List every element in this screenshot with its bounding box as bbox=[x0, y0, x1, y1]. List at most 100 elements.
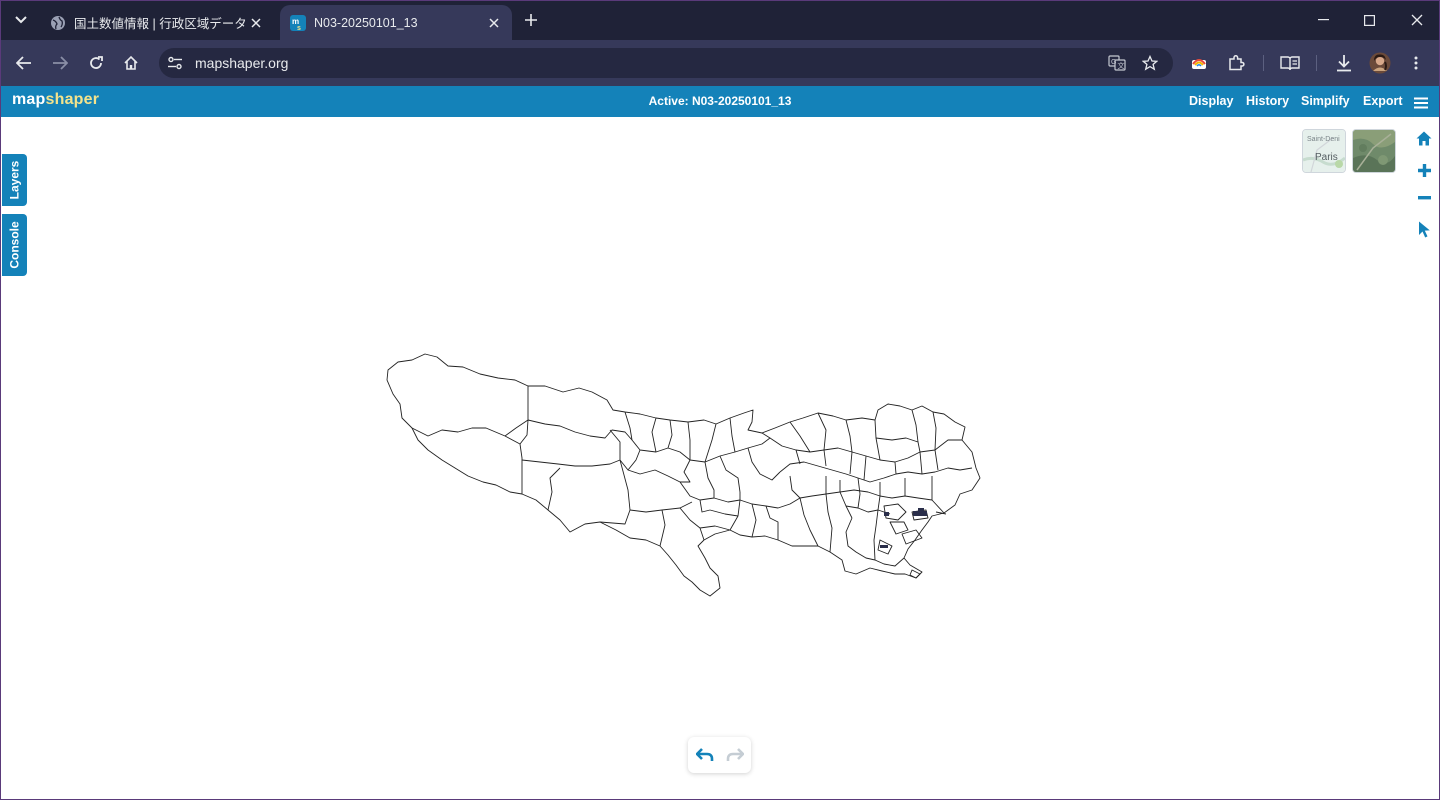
download-icon[interactable] bbox=[1331, 50, 1357, 76]
profile-avatar-icon[interactable] bbox=[1367, 50, 1393, 76]
hamburger-menu-icon[interactable] bbox=[1414, 96, 1428, 109]
mapshaper-favicon-icon: ms bbox=[290, 14, 306, 32]
boundary-line bbox=[547, 467, 561, 511]
boundary-line bbox=[765, 505, 779, 540]
boundary-line bbox=[704, 423, 717, 463]
boundary-line bbox=[729, 417, 736, 453]
close-tab-icon[interactable] bbox=[246, 13, 266, 33]
boundary-line bbox=[919, 451, 923, 475]
zoom-in-plus-icon[interactable] bbox=[1413, 159, 1435, 181]
map-outline bbox=[386, 353, 981, 597]
browser-tab-kokudo[interactable]: 国土数値情報 | 行政区域データ bbox=[40, 5, 274, 40]
minimize-window-icon[interactable] bbox=[1300, 6, 1346, 34]
translate-icon[interactable]: G文 bbox=[1108, 54, 1126, 72]
boundary-line bbox=[779, 461, 973, 483]
close-tab-icon[interactable] bbox=[484, 13, 504, 33]
boundary-line bbox=[849, 451, 853, 475]
toolbar-divider bbox=[1263, 55, 1264, 71]
export-menu-button[interactable]: Export bbox=[1363, 94, 1403, 108]
boundary-line bbox=[875, 437, 921, 453]
boundary-line bbox=[817, 412, 827, 451]
boundary-line bbox=[894, 461, 897, 475]
extensions-puzzle-icon[interactable] bbox=[1223, 50, 1249, 76]
harbor-block bbox=[884, 512, 889, 516]
new-tab-plus-icon[interactable] bbox=[520, 9, 542, 31]
boundary-line bbox=[911, 409, 919, 443]
boundary-line bbox=[839, 480, 853, 519]
boundary-line bbox=[825, 493, 833, 553]
simplify-menu-button[interactable]: Simplify bbox=[1301, 94, 1350, 108]
boundary-line bbox=[667, 419, 673, 449]
boundary-line bbox=[934, 449, 939, 471]
svg-text:G: G bbox=[1111, 59, 1116, 66]
tokyo-municipal-boundaries-map[interactable] bbox=[0, 117, 1440, 800]
forward-arrow-icon[interactable] bbox=[46, 49, 74, 77]
redo-arrow-icon[interactable] bbox=[724, 745, 746, 765]
boundary-line bbox=[789, 475, 801, 499]
boundary-line bbox=[651, 417, 657, 453]
boundary-line bbox=[932, 411, 937, 451]
back-arrow-icon[interactable] bbox=[10, 49, 38, 77]
basemap-label-city: Paris bbox=[1315, 152, 1338, 163]
tab-search-chevron-icon[interactable] bbox=[8, 8, 34, 32]
boundary-line bbox=[627, 449, 641, 471]
harbor-block bbox=[918, 508, 924, 511]
boundary-line bbox=[521, 429, 621, 467]
console-tab[interactable]: Console bbox=[2, 214, 27, 276]
reading-mode-icon[interactable] bbox=[1277, 50, 1303, 76]
toolbar-divider bbox=[1316, 55, 1317, 71]
boundary-line bbox=[845, 505, 891, 515]
site-info-tune-icon[interactable] bbox=[166, 54, 184, 72]
extension-colorful-icon[interactable] bbox=[1186, 50, 1212, 76]
browser-menu-kebab-icon[interactable] bbox=[1403, 50, 1429, 76]
zoom-home-icon[interactable] bbox=[1413, 127, 1435, 149]
boundary-line bbox=[874, 557, 905, 567]
map-canvas[interactable]: Layers Console Saint-Deni Paris bbox=[0, 117, 1440, 800]
boundary-line bbox=[845, 517, 876, 561]
boundary-line bbox=[719, 455, 741, 493]
boundary-line bbox=[713, 497, 801, 509]
pointer-tool-cursor-icon[interactable] bbox=[1413, 218, 1435, 240]
boundary-line bbox=[599, 459, 631, 525]
undo-redo-panel bbox=[688, 737, 751, 773]
boundary-line bbox=[845, 419, 853, 453]
boundary-line bbox=[751, 503, 757, 538]
mapshaper-header: mapshaper Active: N03-20250101_13 Displa… bbox=[0, 86, 1440, 117]
boundary-line bbox=[411, 386, 529, 445]
close-window-icon[interactable] bbox=[1394, 6, 1440, 34]
layers-tab[interactable]: Layers bbox=[2, 154, 27, 206]
boundary-line bbox=[863, 455, 867, 481]
history-menu-button[interactable]: History bbox=[1246, 94, 1289, 108]
maximize-window-icon[interactable] bbox=[1346, 6, 1392, 34]
tab-title: N03-20250101_13 bbox=[314, 15, 418, 30]
boundary-line bbox=[857, 477, 861, 509]
boundary-line bbox=[901, 529, 923, 545]
bookmark-star-icon[interactable] bbox=[1141, 54, 1159, 72]
globe-icon bbox=[50, 15, 66, 31]
browser-tab-strip: 国土数値情報 | 行政区域データ ms N03-20250101_13 bbox=[0, 0, 1440, 40]
harbor-block bbox=[913, 511, 927, 516]
reload-icon[interactable] bbox=[82, 49, 110, 77]
boundary-line bbox=[619, 459, 715, 501]
boundary-line bbox=[747, 447, 781, 481]
browser-tab-mapshaper[interactable]: ms N03-20250101_13 bbox=[280, 5, 512, 40]
basemap-label-top: Saint-Deni bbox=[1307, 136, 1340, 143]
boundary-line bbox=[659, 509, 666, 547]
tab-title: 国土数値情報 | 行政区域データ bbox=[74, 17, 246, 31]
satellite-basemap-button[interactable] bbox=[1352, 129, 1396, 173]
boundary-line bbox=[629, 501, 693, 513]
boundary-line bbox=[699, 525, 731, 531]
boundary-line bbox=[504, 419, 633, 441]
home-icon[interactable] bbox=[117, 49, 145, 77]
undo-arrow-icon[interactable] bbox=[694, 745, 716, 765]
svg-text:文: 文 bbox=[1118, 61, 1125, 70]
boundary-line bbox=[789, 421, 811, 453]
boundary-line bbox=[795, 449, 801, 465]
display-menu-button[interactable]: Display bbox=[1189, 94, 1233, 108]
url-text: mapshaper.org bbox=[195, 55, 289, 71]
zoom-out-minus-icon[interactable] bbox=[1413, 187, 1435, 209]
harbor-block bbox=[880, 545, 888, 548]
address-bar[interactable]: mapshaper.org G文 bbox=[159, 48, 1173, 78]
street-basemap-button[interactable]: Saint-Deni Paris bbox=[1302, 129, 1346, 173]
boundary-line bbox=[709, 509, 739, 517]
